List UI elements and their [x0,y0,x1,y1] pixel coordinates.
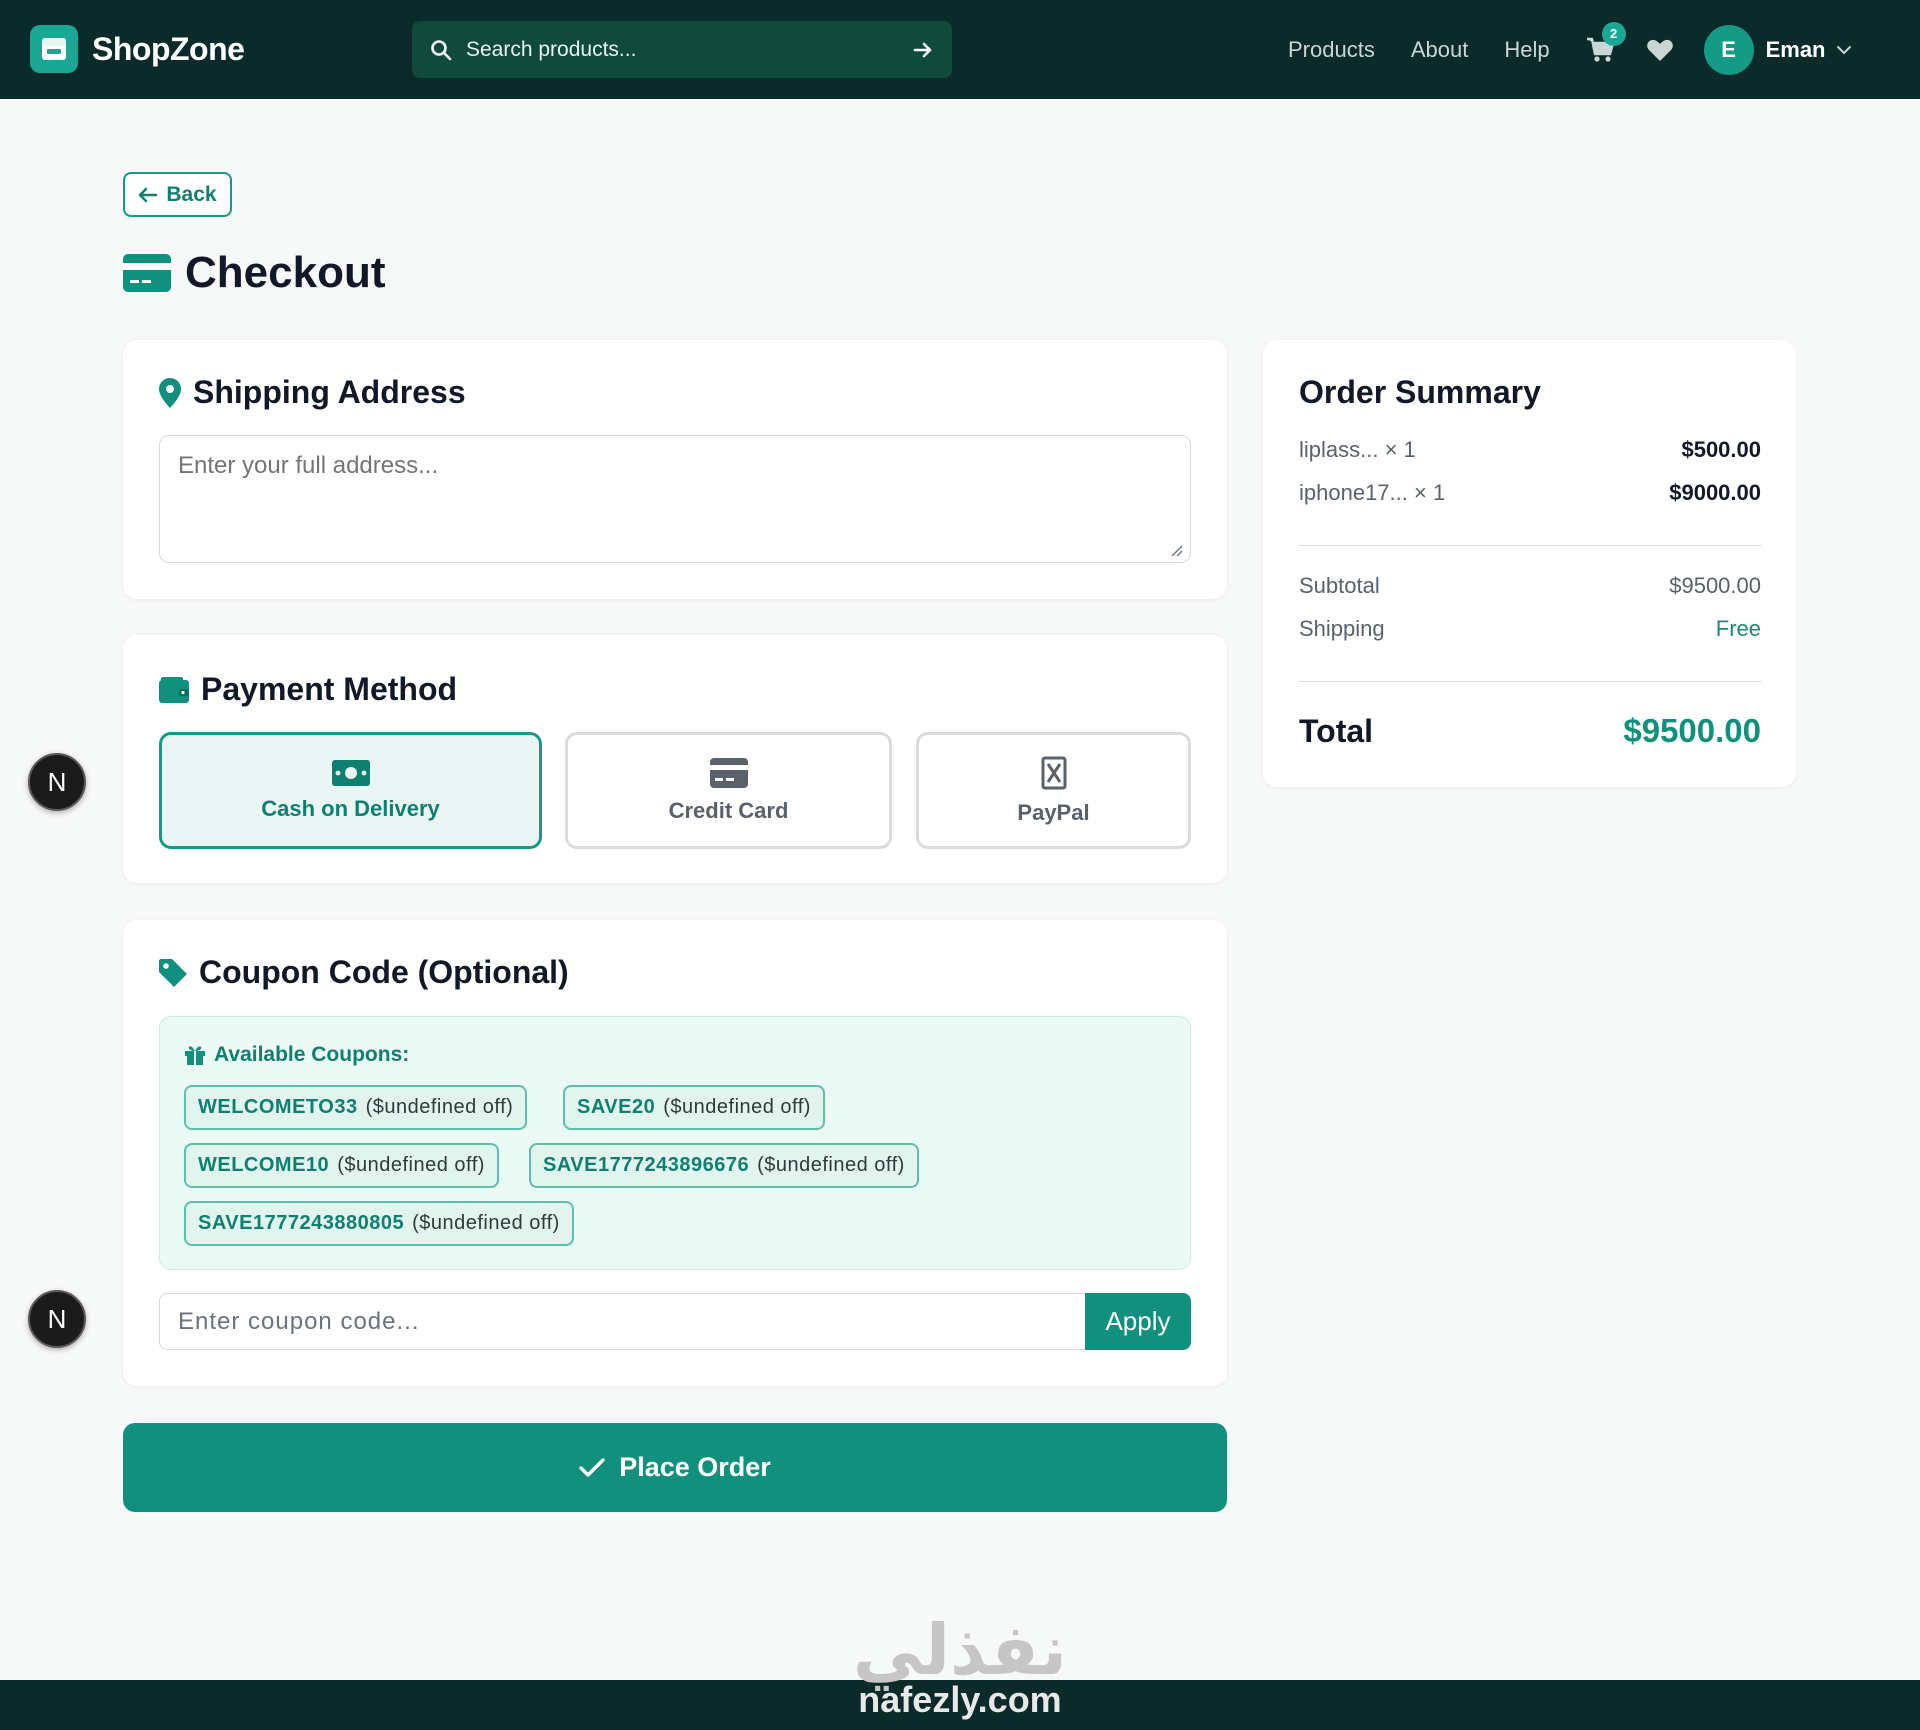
chevron-down-icon [1836,45,1851,54]
main-nav: Products About Help 2 E Eman [1288,0,1852,99]
resize-grip-icon[interactable] [1171,545,1183,557]
payment-method-card: Payment Method Cash on Delivery Credit C… [123,635,1227,883]
avatar: E [1703,24,1754,75]
available-coupons-label: Available Coupons: [214,1043,410,1066]
coupon-chip[interactable]: SAVE1777243896676 ($undefined off) [529,1143,919,1188]
total-value: $9500.00 [1623,712,1761,749]
coupon-code: SAVE1777243896676 [543,1154,750,1176]
coupon-title: Coupon Code (Optional) [159,954,569,991]
search-input[interactable] [466,37,912,62]
divider [1299,545,1761,546]
watermark: نفذلي nafezly.com [850,1615,1070,1721]
arrow-right-icon[interactable] [912,40,934,60]
order-summary-title: Order Summary [1299,374,1541,410]
brand-name: ShopZone [92,30,245,67]
back-label: Back [166,182,217,206]
nav-products[interactable]: Products [1288,37,1375,63]
shipping-title-text: Shipping Address [193,374,466,410]
summary-item: liplass... × 1 $500.00 [1299,437,1761,463]
watermark-latin: nafezly.com [858,1679,1062,1720]
coupon-code: WELCOME10 [198,1154,330,1176]
user-menu[interactable]: E Eman [1703,24,1852,75]
cart-button[interactable]: 2 [1586,21,1626,64]
coupon-code: SAVE20 [577,1096,656,1118]
brand[interactable]: ShopZone [30,25,245,73]
subtotal-value: $9500.00 [1669,573,1761,598]
place-order-button[interactable]: Place Order [123,1423,1227,1512]
address-textarea[interactable] [159,435,1191,563]
apply-coupon-button[interactable]: Apply [1085,1293,1191,1350]
summary-item-name: iphone17... × 1 [1299,480,1446,505]
payment-option-label: Credit Card [668,797,789,823]
coupon-code-input[interactable] [159,1293,1085,1350]
subtotal-row: Subtotal $9500.00 [1299,573,1761,599]
shipping-label: Shipping [1299,616,1385,641]
coupon-discount: ($undefined off) [337,1154,485,1176]
shipping-title: Shipping Address [159,374,466,411]
shipping-row: Shipping Free [1299,616,1761,642]
paypal-icon [1041,756,1066,789]
coupon-chip[interactable]: WELCOMETO33 ($undefined off) [184,1085,528,1130]
wallet-icon [159,676,189,703]
page-heading: Checkout [185,248,386,297]
payment-title: Payment Method [159,671,457,708]
total-row: Total $9500.00 [1299,712,1761,750]
nav-help[interactable]: Help [1504,37,1549,63]
coupon-chip[interactable]: SAVE1777243880805 ($undefined off) [184,1201,574,1246]
back-button[interactable]: Back [123,172,232,217]
order-summary-card: Order Summary liplass... × 1 $500.00 iph… [1263,340,1796,787]
heart-icon [1646,39,1673,61]
watermark-arabic: نفذلي [852,1611,1068,1689]
coupon-discount: ($undefined off) [757,1154,905,1176]
total-label: Total [1299,712,1374,749]
coupon-title-text: Coupon Code (Optional) [199,954,569,990]
place-order-label: Place Order [619,1452,771,1482]
check-icon [579,1457,605,1477]
shipping-address-card: Shipping Address [123,340,1227,599]
map-pin-icon [159,377,181,408]
subtotal-label: Subtotal [1299,573,1380,598]
nav-about[interactable]: About [1411,37,1469,63]
available-coupons-title: Available Coupons: [184,1043,409,1067]
coupon-chip[interactable]: WELCOME10 ($undefined off) [184,1143,499,1188]
shipping-value: Free [1715,616,1761,641]
coupon-card: Coupon Code (Optional) Available Coupons… [123,920,1227,1386]
summary-item-price: $500.00 [1681,437,1761,462]
credit-card-icon [709,757,748,788]
store-icon [30,25,78,73]
payment-option-label: Cash on Delivery [261,795,440,821]
coupon-code: SAVE1777243880805 [198,1212,405,1234]
summary-item: iphone17... × 1 $9000.00 [1299,480,1761,506]
summary-item-price: $9000.00 [1669,480,1761,505]
cart-count-badge: 2 [1601,21,1626,46]
search-bar [412,21,952,78]
coupon-code: WELCOMETO33 [198,1096,358,1118]
coupon-discount: ($undefined off) [663,1096,811,1118]
coupon-discount: ($undefined off) [412,1212,560,1234]
divider [1299,681,1761,682]
user-name: Eman [1765,36,1826,62]
payment-option-cod[interactable]: Cash on Delivery [159,732,542,849]
credit-card-icon [123,254,171,292]
wishlist-button[interactable] [1646,38,1674,62]
payment-title-text: Payment Method [201,671,458,707]
floating-n-badge[interactable]: N [28,1290,86,1348]
summary-item-name: liplass... × 1 [1299,437,1416,462]
money-bill-icon [331,759,370,786]
payment-option-credit-card[interactable]: Credit Card [565,732,892,849]
gift-icon [185,1046,205,1065]
available-coupons-panel: Available Coupons: WELCOMETO33 ($undefin… [159,1016,1191,1270]
coupon-discount: ($undefined off) [365,1096,514,1118]
page-title: Checkout [123,248,385,298]
top-navbar: ShopZone Products About Help 2 E Eman [0,0,1920,99]
payment-option-label: PayPal [1017,799,1090,825]
payment-option-paypal[interactable]: PayPal [916,732,1191,849]
coupon-chip[interactable]: SAVE20 ($undefined off) [563,1085,825,1130]
arrow-left-icon [139,187,158,202]
floating-n-badge[interactable]: N [28,753,86,811]
tag-icon [159,958,187,987]
search-icon [431,39,452,60]
